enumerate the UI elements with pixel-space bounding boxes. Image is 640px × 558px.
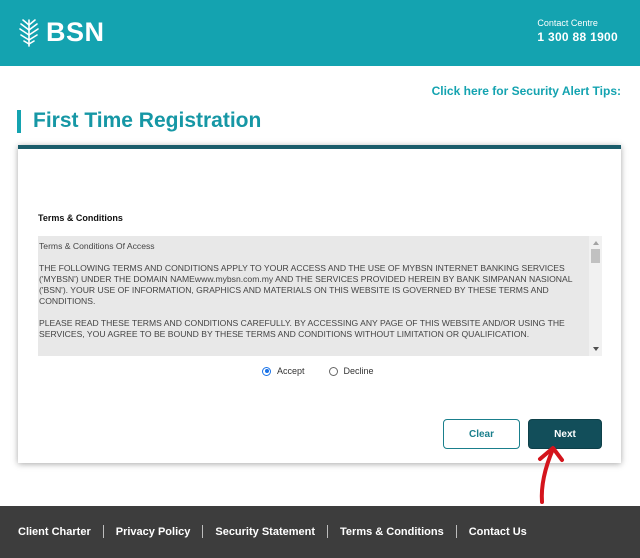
terms-paragraph: Terms & Conditions Of Access: [39, 241, 155, 251]
clear-button[interactable]: Clear: [443, 419, 520, 449]
site-footer: Client Charter Privacy Policy Security S…: [0, 506, 640, 558]
footer-link-contact-us[interactable]: Contact Us: [469, 526, 527, 538]
site-header: BSN Contact Centre 1 300 88 1900: [0, 0, 640, 66]
terms-heading: Terms & Conditions: [38, 213, 123, 223]
terms-content: Terms & Conditions Of Access THE FOLLOWI…: [38, 236, 588, 351]
scroll-down-icon[interactable]: [593, 347, 599, 351]
footer-divider: [327, 525, 329, 538]
footer-link-privacy-policy[interactable]: Privacy Policy: [116, 526, 191, 538]
logo-text: BSN: [46, 16, 105, 47]
decline-radio[interactable]: [328, 366, 338, 376]
tree-logo-icon: [18, 17, 40, 47]
contact-number[interactable]: 1 300 88 1900: [537, 30, 618, 44]
accept-label: Accept: [277, 366, 305, 376]
title-accent-bar: [17, 110, 21, 133]
decline-radio-option[interactable]: Decline: [328, 366, 374, 376]
scroll-thumb[interactable]: [591, 249, 600, 263]
terms-scrollbar[interactable]: [589, 236, 602, 356]
footer-links: Client Charter Privacy Policy Security S…: [18, 525, 527, 538]
terms-textarea[interactable]: Terms & Conditions Of Access THE FOLLOWI…: [38, 236, 602, 356]
terms-radio-group: Accept Decline: [262, 366, 398, 376]
scroll-up-icon[interactable]: [593, 241, 599, 245]
footer-divider: [455, 525, 457, 538]
footer-link-terms[interactable]: Terms & Conditions: [340, 526, 444, 538]
accept-radio[interactable]: [262, 366, 271, 376]
accept-radio-option[interactable]: Accept: [262, 366, 305, 376]
footer-divider: [102, 525, 104, 538]
page-title: First Time Registration: [33, 109, 262, 132]
decline-label: Decline: [343, 366, 374, 376]
security-alert-link[interactable]: Click here for Security Alert Tips:: [432, 84, 621, 98]
contact-label: Contact Centre: [537, 18, 598, 28]
terms-paragraph: PLEASE READ THESE TERMS AND CONDITIONS C…: [39, 318, 565, 339]
red-arrow-annotation: [538, 446, 564, 504]
footer-divider: [202, 525, 204, 538]
terms-paragraph: THE FOLLOWING TERMS AND CONDITIONS APPLY…: [39, 263, 573, 306]
footer-link-security-statement[interactable]: Security Statement: [215, 526, 315, 538]
footer-link-client-charter[interactable]: Client Charter: [18, 526, 91, 538]
contact-centre: Contact Centre 1 300 88 1900: [537, 18, 618, 44]
bsn-logo[interactable]: BSN: [18, 12, 105, 52]
registration-card: Terms & Conditions Terms & Conditions Of…: [18, 145, 621, 463]
